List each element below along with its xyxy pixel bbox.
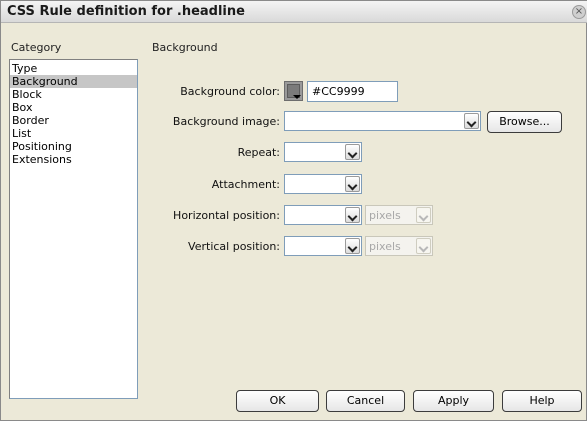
chevron-down-icon[interactable] — [345, 238, 360, 254]
chevron-down-icon[interactable] — [345, 176, 360, 192]
category-item-type[interactable]: Type — [10, 62, 137, 75]
horizontal-unit-value: pixels — [369, 209, 401, 222]
vertical-position-select[interactable] — [284, 236, 362, 256]
bg-color-label: Background color: — [180, 85, 280, 98]
horizontal-position-select[interactable] — [284, 205, 362, 225]
category-item-border[interactable]: Border — [10, 114, 137, 127]
vertical-position-label: Vertical position: — [188, 240, 280, 253]
bg-color-input[interactable]: #CC9999 — [307, 81, 398, 102]
chevron-down-icon[interactable] — [464, 113, 479, 129]
chevron-down-icon[interactable] — [345, 207, 360, 223]
browse-button[interactable]: Browse... — [487, 111, 562, 133]
attachment-label: Attachment: — [211, 178, 280, 191]
apply-button[interactable]: Apply — [413, 390, 494, 412]
chevron-down-icon[interactable] — [345, 144, 360, 160]
help-button[interactable]: Help — [502, 390, 582, 412]
vertical-unit-value: pixels — [369, 240, 401, 253]
category-item-list[interactable]: List — [10, 127, 137, 140]
category-heading: Category — [11, 41, 62, 54]
chevron-down-icon[interactable] — [416, 238, 431, 254]
title-bar: CSS Rule definition for .headline × — [1, 1, 587, 23]
category-item-background[interactable]: Background — [10, 75, 137, 88]
repeat-select[interactable] — [284, 142, 362, 162]
repeat-label: Repeat: — [237, 146, 280, 159]
window-title: CSS Rule definition for .headline — [7, 4, 245, 19]
picker-arrow-icon — [293, 95, 301, 99]
section-title: Background — [152, 41, 218, 54]
css-rule-dialog: CSS Rule definition for .headline × Cate… — [0, 0, 587, 421]
horizontal-unit-select[interactable]: pixels — [365, 205, 433, 225]
bg-image-combo[interactable] — [284, 111, 481, 131]
chevron-down-icon[interactable] — [416, 207, 431, 223]
category-list[interactable]: Type Background Block Box Border List Po… — [9, 59, 138, 399]
category-item-box[interactable]: Box — [10, 101, 137, 114]
cancel-button[interactable]: Cancel — [326, 390, 405, 412]
horizontal-position-label: Horizontal position: — [173, 209, 280, 222]
category-item-block[interactable]: Block — [10, 88, 137, 101]
ok-button[interactable]: OK — [236, 390, 319, 412]
attachment-select[interactable] — [284, 174, 362, 194]
bg-image-label: Background image: — [172, 115, 280, 128]
close-icon[interactable]: × — [572, 5, 586, 19]
vertical-unit-select[interactable]: pixels — [365, 236, 433, 256]
color-picker-button[interactable] — [284, 81, 303, 101]
category-item-positioning[interactable]: Positioning — [10, 140, 137, 153]
category-item-extensions[interactable]: Extensions — [10, 153, 137, 166]
